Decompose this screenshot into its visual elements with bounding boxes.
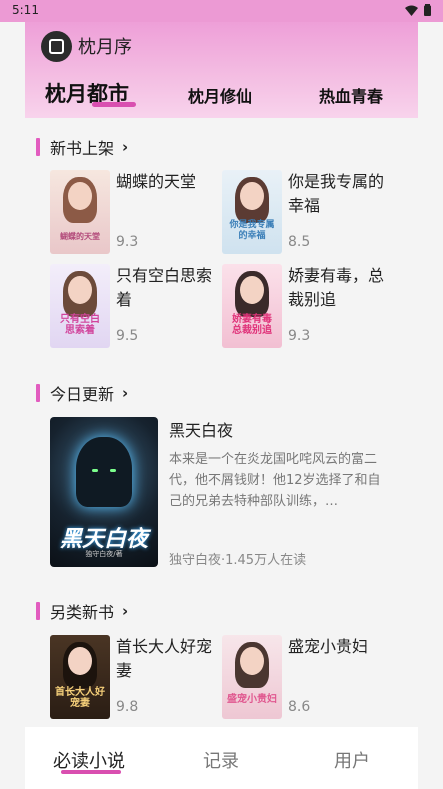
book-score: 8.6 (288, 699, 311, 715)
tab-active-indicator (92, 102, 136, 107)
book-title: 娇妻有毒，总裁别追 (288, 266, 385, 309)
book-cover: 只有空白思索着 (50, 264, 110, 348)
nav-records[interactable]: 记录 (203, 747, 239, 773)
book-score: 9.5 (116, 328, 139, 344)
chevron-right-icon: › (122, 138, 129, 156)
book-title: 你是我专属的幸福 (288, 172, 385, 215)
status-time: 5:11 (12, 3, 39, 17)
nav-user[interactable]: 用户 (334, 747, 370, 773)
app-header: 枕月序 枕月都市 枕月修仙 热血青春 (25, 22, 418, 118)
book-cover: 首长大人好宠妻 (50, 635, 110, 719)
book-title: 首长大人好宠妻 (116, 637, 213, 680)
nav-active-indicator (61, 770, 121, 774)
battery-icon (424, 4, 431, 16)
book-title: 只有空白思索着 (116, 266, 213, 309)
featured-book-title[interactable]: 黑天白夜 (169, 417, 233, 441)
book-score: 9.3 (288, 328, 311, 344)
system-icons (405, 4, 431, 16)
book-score: 9.8 (116, 699, 139, 715)
app-logo (41, 31, 72, 62)
chevron-right-icon: › (122, 602, 129, 620)
chevron-right-icon: › (122, 384, 129, 402)
book-cover: 娇妻有毒总裁别追 (222, 264, 282, 348)
status-bar: 5:11 (0, 0, 443, 22)
book-score: 8.5 (288, 234, 311, 250)
book-cover: 蝴蝶的天堂 (50, 170, 110, 254)
tab-xiuxian[interactable]: 枕月修仙 (188, 83, 252, 107)
section-today-update-header[interactable]: 今日更新 › (36, 381, 128, 405)
featured-book-description: 本来是一个在炎龙国叱咤风云的富二代，他不屑钱财！他12岁选择了和自己的兄弟去特种… (169, 452, 381, 509)
book-title: 蝴蝶的天堂 (116, 172, 197, 191)
book-score: 9.3 (116, 234, 139, 250)
wifi-icon (405, 5, 418, 16)
section-title: 今日更新 (50, 385, 115, 404)
section-new-books-header[interactable]: 新书上架 › (36, 135, 128, 159)
section-title: 新书上架 (50, 139, 115, 158)
book-cover: 你是我专属的幸福 (222, 170, 282, 254)
section-title: 另类新书 (50, 603, 115, 622)
book-title: 盛宠小贵妇 (288, 637, 369, 656)
featured-book-cover[interactable]: 黑天白夜 独守白夜/著 (50, 417, 158, 567)
tab-youth[interactable]: 热血青春 (319, 83, 383, 107)
section-other-new-header[interactable]: 另类新书 › (36, 599, 128, 623)
bottom-nav: 必读小说 记录 用户 (25, 727, 418, 789)
featured-book-meta: 独守白夜·1.45万人在读 (169, 553, 307, 568)
app-name: 枕月序 (78, 37, 132, 58)
book-cover: 盛宠小贵妇 (222, 635, 282, 719)
